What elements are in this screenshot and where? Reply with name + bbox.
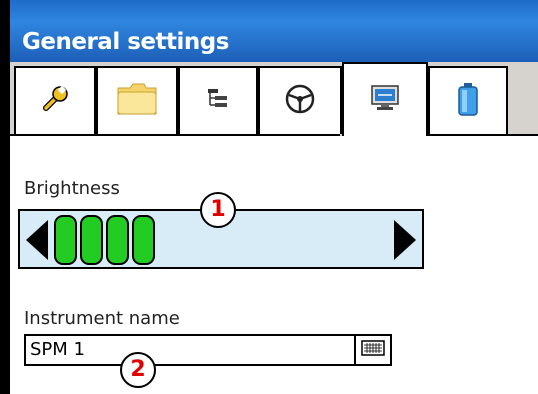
increase-arrow-icon[interactable] — [394, 220, 416, 260]
window-left-border — [0, 0, 10, 394]
wrench-icon — [40, 84, 70, 118]
title-bar: General settings — [10, 0, 538, 62]
steering-wheel-icon — [284, 83, 316, 119]
tab-folder[interactable] — [96, 66, 178, 134]
instrument-name-value: SPM 1 — [30, 339, 85, 360]
brightness-segment — [80, 215, 103, 265]
window-title: General settings — [22, 29, 229, 55]
keyboard-icon — [361, 340, 385, 360]
keyboard-button[interactable] — [354, 336, 390, 364]
folder-icon — [116, 82, 158, 120]
tab-display[interactable] — [342, 62, 428, 136]
tree-list-icon — [206, 87, 230, 115]
battery-icon — [457, 82, 479, 120]
brightness-segment — [132, 215, 155, 265]
settings-window: General settings Brightness Instrument n… — [0, 0, 538, 394]
brightness-segment — [54, 215, 77, 265]
monitor-icon — [370, 84, 400, 116]
callout-badge-2: 2 — [120, 352, 156, 388]
brightness-label: Brightness — [24, 178, 120, 199]
tab-steering[interactable] — [258, 66, 342, 134]
tab-tools[interactable] — [14, 66, 96, 134]
tab-battery[interactable] — [428, 66, 508, 134]
brightness-segment — [106, 215, 129, 265]
instrument-name-input[interactable]: SPM 1 — [24, 334, 392, 366]
callout-badge-1: 1 — [200, 192, 236, 228]
instrument-name-label: Instrument name — [24, 308, 180, 329]
tab-tree[interactable] — [178, 66, 258, 134]
decrease-arrow-icon[interactable] — [26, 220, 48, 260]
